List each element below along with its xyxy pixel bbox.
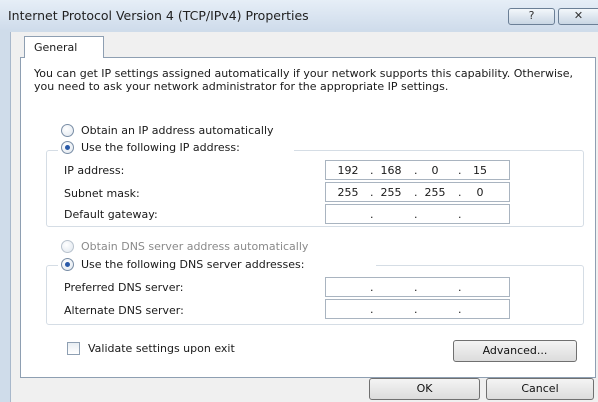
ip-separator: . (370, 186, 374, 199)
description-text: You can get IP settings assigned automat… (34, 67, 573, 93)
preferred-dns-label: Preferred DNS server: (64, 281, 184, 294)
subnet-mask-input[interactable]: 255 . 255 . 255 . 0 (325, 182, 510, 202)
close-button[interactable]: ✕ (558, 8, 598, 25)
alternate-dns-input[interactable]: . . . (325, 299, 510, 319)
close-icon: ✕ (573, 9, 584, 22)
subnet-mask-octet-4[interactable]: 0 (463, 186, 497, 199)
radio-use-following-ip-label: Use the following IP address: (81, 141, 240, 154)
alternate-dns-label: Alternate DNS server: (64, 304, 184, 317)
ip-address-input[interactable]: 192 . 168 . 0 . 15 (325, 160, 510, 180)
help-icon: ? (528, 9, 535, 22)
ip-separator: . (458, 164, 462, 177)
preferred-dns-input[interactable]: . . . (325, 277, 510, 297)
ip-address-octet-3[interactable]: 0 (418, 164, 452, 177)
ip-separator: . (370, 303, 374, 316)
ip-separator: . (370, 164, 374, 177)
ip-address-octet-4[interactable]: 15 (463, 164, 497, 177)
ip-separator: . (414, 303, 418, 316)
radio-dot (65, 145, 70, 150)
dialog-window: Internet Protocol Version 4 (TCP/IPv4) P… (0, 0, 598, 402)
tab-general[interactable]: General (24, 36, 104, 58)
cancel-button[interactable]: Cancel (486, 378, 594, 400)
window-title: Internet Protocol Version 4 (TCP/IPv4) P… (8, 8, 309, 23)
radio-obtain-ip-auto[interactable] (61, 124, 74, 137)
radio-obtain-ip-auto-label: Obtain an IP address automatically (81, 124, 274, 137)
radio-obtain-dns-auto-label: Obtain DNS server address automatically (81, 240, 309, 253)
radio-use-following-dns-label: Use the following DNS server addresses: (81, 258, 305, 271)
ip-separator: . (414, 208, 418, 221)
default-gateway-input[interactable]: . . . (325, 204, 510, 224)
ip-address-label: IP address: (64, 164, 125, 177)
ip-separator: . (458, 186, 462, 199)
ip-separator: . (414, 164, 418, 177)
advanced-button[interactable]: Advanced... (453, 340, 577, 362)
radio-obtain-dns-auto[interactable] (61, 240, 74, 253)
ip-separator: . (370, 281, 374, 294)
ip-separator: . (458, 281, 462, 294)
subnet-mask-octet-3[interactable]: 255 (418, 186, 452, 199)
ip-separator: . (370, 208, 374, 221)
ip-address-octet-1[interactable]: 192 (331, 164, 365, 177)
title-bar[interactable]: Internet Protocol Version 4 (TCP/IPv4) P… (0, 0, 598, 30)
tab-general-label: General (34, 41, 78, 54)
radio-dot (65, 262, 70, 267)
ip-address-octet-2[interactable]: 168 (374, 164, 408, 177)
ip-separator: . (414, 186, 418, 199)
radio-use-following-dns[interactable] (61, 258, 74, 271)
ok-button[interactable]: OK (369, 378, 480, 400)
subnet-mask-octet-1[interactable]: 255 (331, 186, 365, 199)
validate-settings-checkbox[interactable] (67, 342, 80, 355)
ip-separator: . (458, 208, 462, 221)
radio-use-following-ip[interactable] (61, 141, 74, 154)
default-gateway-label: Default gateway: (64, 208, 158, 221)
help-button[interactable]: ? (508, 8, 555, 25)
subnet-mask-label: Subnet mask: (64, 187, 140, 200)
validate-settings-label: Validate settings upon exit (88, 342, 235, 355)
ip-separator: . (414, 281, 418, 294)
subnet-mask-octet-2[interactable]: 255 (374, 186, 408, 199)
ip-separator: . (458, 303, 462, 316)
